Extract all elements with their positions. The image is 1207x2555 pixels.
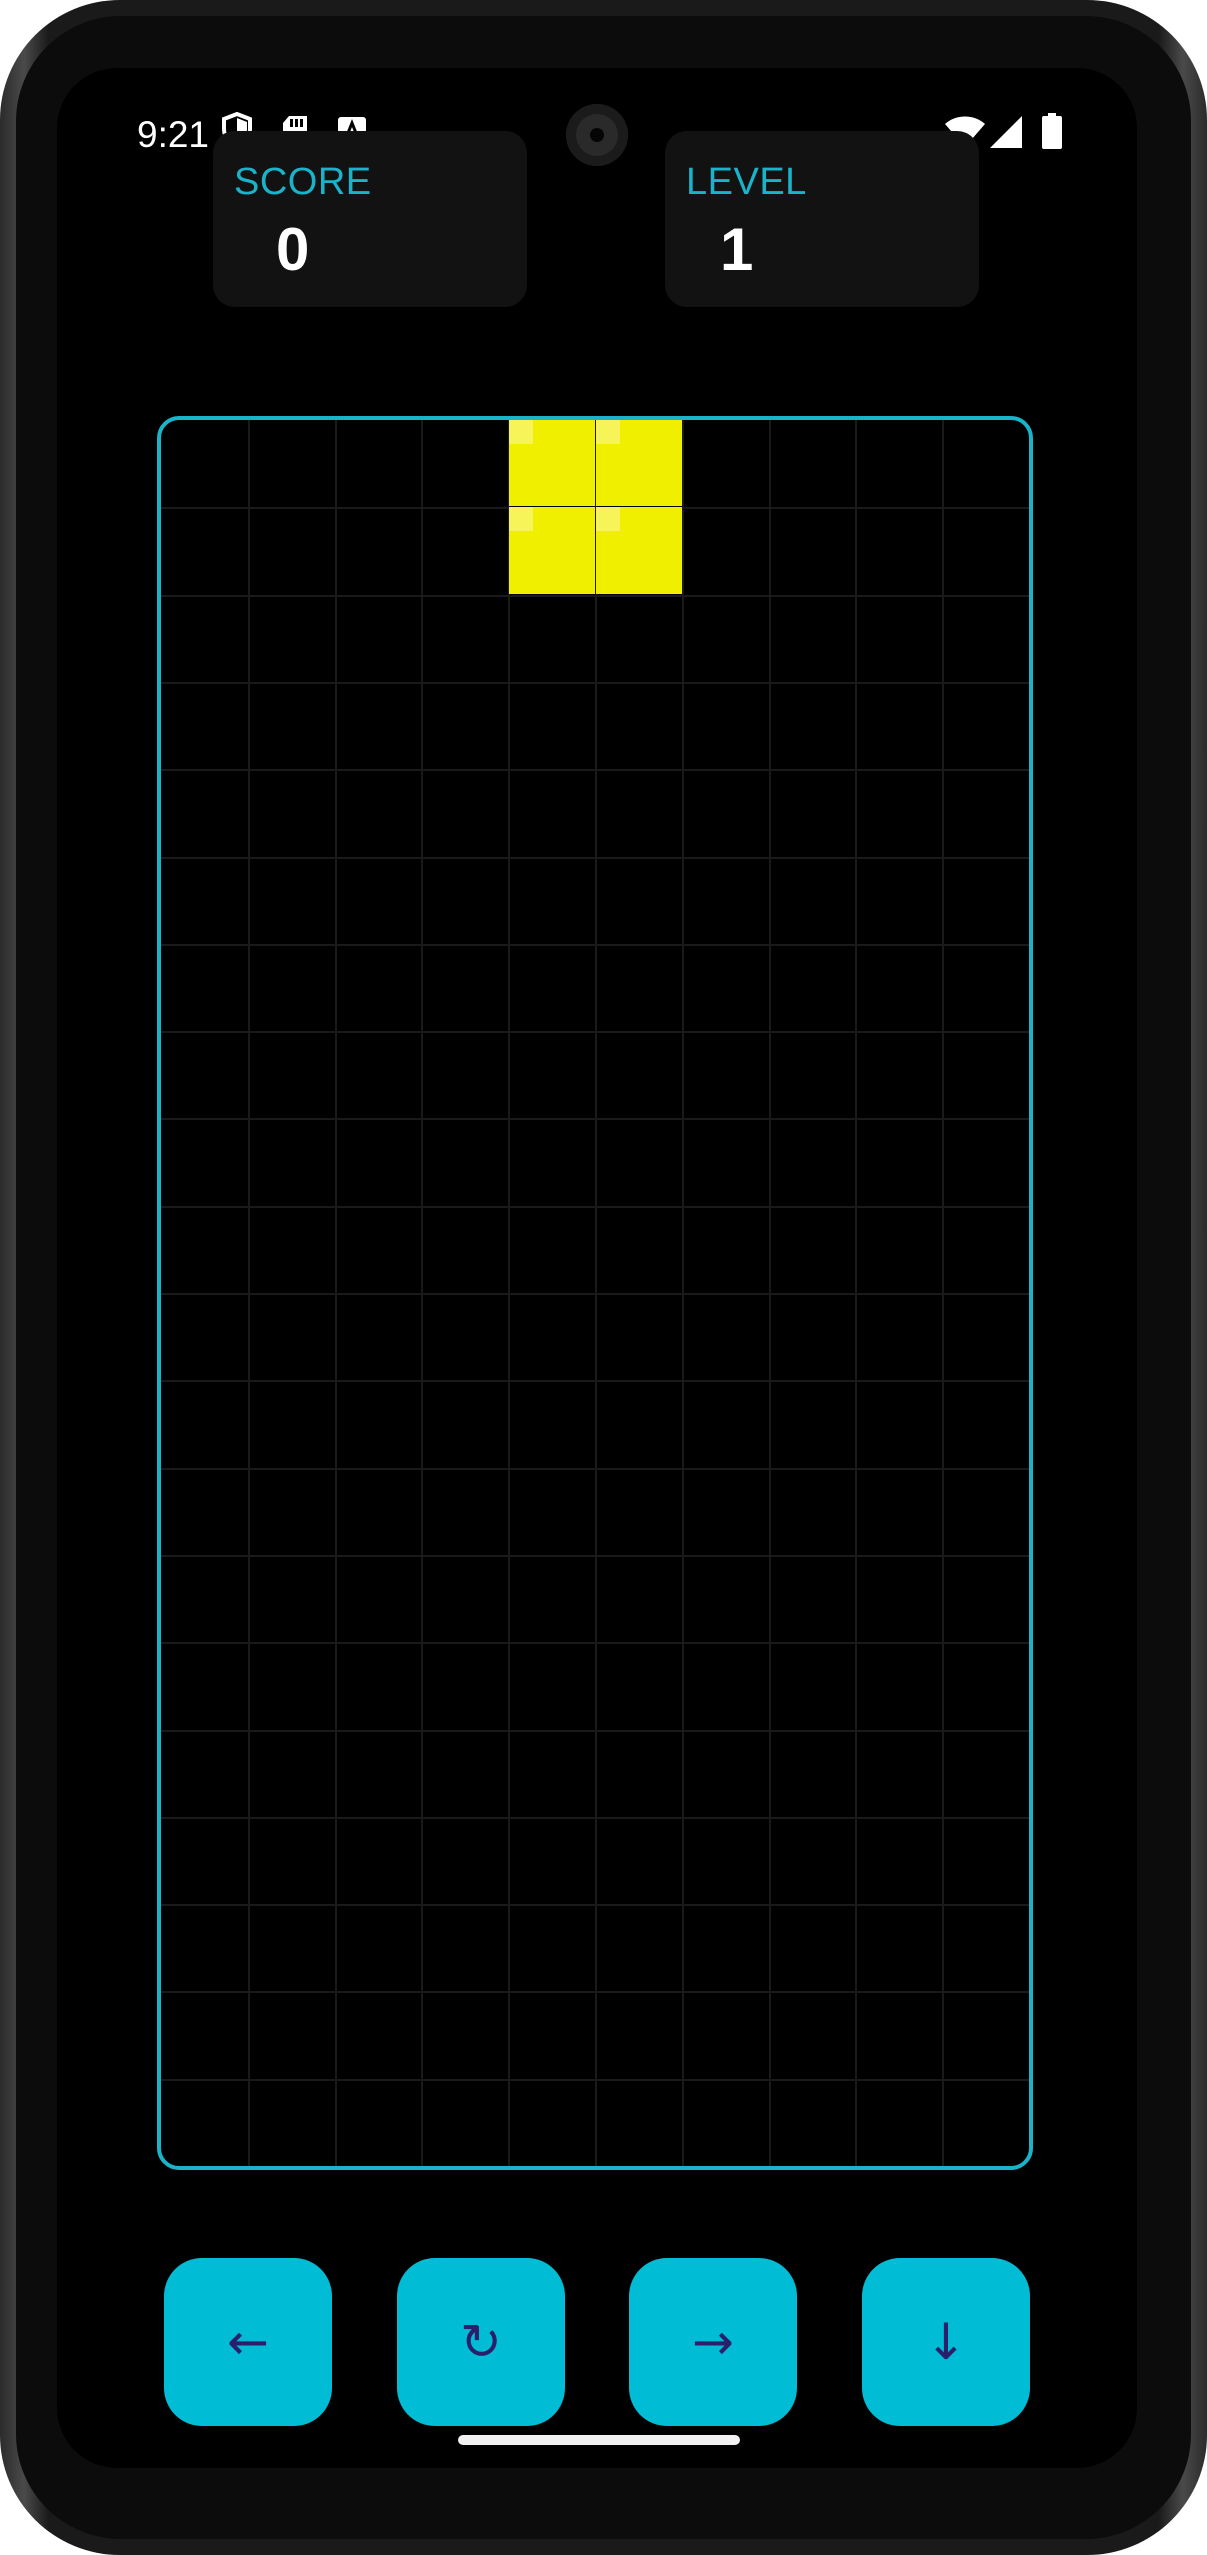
grid-line-horizontal: [161, 681, 1029, 684]
piece-block: [509, 507, 595, 594]
grid-line-horizontal: [161, 1118, 1029, 1121]
grid-line-horizontal: [161, 943, 1029, 946]
grid-line-horizontal: [161, 856, 1029, 859]
level-label: LEVEL: [686, 161, 807, 203]
grid-line-horizontal: [161, 1554, 1029, 1557]
arrow-down-icon: ↓: [925, 2313, 967, 2371]
grid-line-horizontal: [161, 1729, 1029, 1732]
grid-line-horizontal: [161, 1816, 1029, 1819]
battery-icon: [1042, 113, 1062, 154]
arrow-left-icon: ←: [227, 2313, 269, 2371]
rotate-icon: ↻: [460, 2313, 502, 2371]
arrow-right-icon: →: [692, 2313, 734, 2371]
control-bar: ← ↻ → ↓: [57, 2258, 1137, 2428]
grid-line-horizontal: [161, 594, 1029, 597]
move-left-button[interactable]: ←: [164, 2258, 332, 2426]
score-value: 0: [276, 216, 310, 283]
grid-line-horizontal: [161, 507, 1029, 510]
level-value: 1: [720, 216, 754, 283]
grid-line-horizontal: [161, 1293, 1029, 1295]
phone-screen: 9:21 SCORE 0 LEVEL 1 ← ↻ → ↓: [57, 68, 1137, 2468]
game-board[interactable]: [157, 416, 1033, 2170]
piece-block: [509, 420, 595, 507]
grid-line-horizontal: [161, 1205, 1029, 1208]
piece-block: [596, 507, 682, 594]
power-button: [1203, 820, 1207, 1230]
grid-line-horizontal: [161, 1031, 1029, 1034]
home-indicator[interactable]: [458, 2435, 740, 2445]
grid-line-horizontal: [161, 1467, 1029, 1470]
level-card: LEVEL 1: [665, 131, 979, 307]
rotate-button[interactable]: ↻: [397, 2258, 565, 2426]
grid-line-horizontal: [161, 1904, 1029, 1907]
piece-block: [596, 420, 682, 507]
grid-line-horizontal: [161, 1991, 1029, 1994]
move-right-button[interactable]: →: [629, 2258, 797, 2426]
grid-line-horizontal: [161, 1642, 1029, 1645]
status-clock: 9:21: [137, 114, 210, 155]
score-card: SCORE 0: [213, 131, 527, 307]
grid-line-horizontal: [161, 2078, 1029, 2081]
grid-line-horizontal: [161, 1380, 1029, 1383]
volume-button: [1203, 620, 1207, 750]
front-camera: [566, 104, 628, 166]
score-label: SCORE: [234, 161, 372, 203]
drop-button[interactable]: ↓: [862, 2258, 1030, 2426]
grid-line-horizontal: [161, 769, 1029, 772]
signal-icon: [989, 115, 1023, 154]
